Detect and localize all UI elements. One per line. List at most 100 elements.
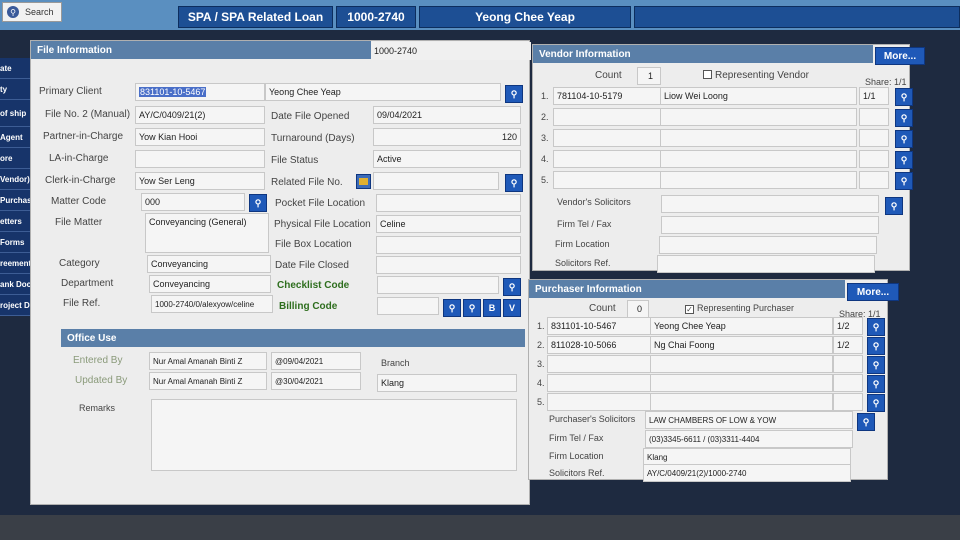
primary-client-id-field[interactable]: 831101-10-5467 xyxy=(135,83,265,101)
vendor-representing[interactable]: Representing Vendor xyxy=(703,70,809,81)
file-no2-field[interactable]: AY/C/0409/21(2) xyxy=(135,106,265,124)
purchaser-row-search-icon[interactable]: ⚲ xyxy=(867,356,885,374)
vendor-row-share-field[interactable] xyxy=(859,150,889,168)
purchaser-row-search-icon[interactable]: ⚲ xyxy=(867,337,885,355)
tab-client-name[interactable]: Yeong Chee Yeap xyxy=(419,6,631,28)
vendor-location-field[interactable] xyxy=(659,236,877,254)
purchaser-row-share-field[interactable] xyxy=(833,355,863,373)
purchaser-row-name-field[interactable]: Ng Chai Foong xyxy=(651,336,833,354)
checklist-search-icon[interactable]: ⚲ xyxy=(503,278,521,296)
category-field[interactable]: Conveyancing xyxy=(147,255,271,273)
vendor-row-id-field[interactable] xyxy=(553,108,661,126)
search-icon: ⚲ xyxy=(7,6,19,18)
vendor-row-search-icon[interactable]: ⚲ xyxy=(895,130,913,148)
vendor-tel-label: Firm Tel / Fax xyxy=(557,219,612,229)
primary-client-search-icon[interactable]: ⚲ xyxy=(505,85,523,103)
purchaser-row-id-field[interactable]: 831101-10-5467 xyxy=(547,317,651,335)
vendor-row-id-field[interactable] xyxy=(553,171,661,189)
vendor-solicitors-search-icon[interactable]: ⚲ xyxy=(885,197,903,215)
billing-field[interactable] xyxy=(377,297,439,315)
vendor-row-name-field[interactable]: Liow Wei Loong xyxy=(661,87,857,105)
filebox-field[interactable] xyxy=(376,236,521,254)
search-button[interactable]: ⚲ Search xyxy=(2,2,62,22)
file-ref-field[interactable]: 1000-2740/0/alexyow/celine xyxy=(151,295,273,313)
vendor-row-share-field[interactable] xyxy=(859,129,889,147)
purchaser-row-id-field[interactable] xyxy=(547,355,651,373)
purchaser-row-share-field[interactable]: 1/2 xyxy=(833,336,863,354)
file-matter-field[interactable]: Conveyancing (General) xyxy=(145,213,269,253)
department-field[interactable]: Conveyancing xyxy=(149,275,271,293)
billing-b-button[interactable]: B xyxy=(483,299,501,317)
partner-field[interactable]: Yow Kian Hooi xyxy=(135,128,265,146)
billing-query-icon[interactable]: ⚲ xyxy=(463,299,481,317)
file-info-header: File Information xyxy=(31,41,371,59)
vendor-row-id-field[interactable] xyxy=(553,150,661,168)
vendor-tel-field[interactable] xyxy=(661,216,879,234)
purchaser-row-id-field[interactable] xyxy=(547,393,651,411)
checklist-field[interactable] xyxy=(377,276,499,294)
vendor-row-search-icon[interactable]: ⚲ xyxy=(895,172,913,190)
purchaser-row-share-field[interactable] xyxy=(833,393,863,411)
vendor-solicitors-field[interactable] xyxy=(661,195,879,213)
vendor-ref-field[interactable] xyxy=(657,255,875,273)
matter-code-field[interactable]: 000 xyxy=(141,193,245,211)
turnaround-label: Turnaround (Days) xyxy=(271,133,355,144)
vendor-header: Vendor Information xyxy=(533,45,873,63)
physical-field[interactable]: Celine xyxy=(376,215,521,233)
purchaser-row-name-field[interactable] xyxy=(651,374,833,392)
vendor-row-name-field[interactable] xyxy=(661,108,857,126)
updated-by-field: Nur Amal Amanah Binti Z xyxy=(149,372,267,390)
vendor-row-name-field[interactable] xyxy=(661,171,857,189)
pocket-field[interactable] xyxy=(376,194,521,212)
related-file-folder-icon[interactable] xyxy=(356,174,371,189)
purchaser-row-id-field[interactable]: 811028-10-5066 xyxy=(547,336,651,354)
vendor-row-search-icon[interactable]: ⚲ xyxy=(895,88,913,106)
vendor-representing-checkbox[interactable] xyxy=(703,70,712,79)
purchaser-solicitors-search-icon[interactable]: ⚲ xyxy=(857,413,875,431)
clerk-field[interactable]: Yow Ser Leng xyxy=(135,172,265,190)
purchaser-representing[interactable]: ✓ Representing Purchaser xyxy=(685,303,794,314)
status-field[interactable]: Active xyxy=(373,150,521,168)
purchaser-row-name-field[interactable] xyxy=(651,355,833,373)
tab-spa[interactable]: SPA / SPA Related Loan xyxy=(178,6,333,28)
branch-label: Branch xyxy=(381,358,410,368)
remarks-field[interactable] xyxy=(151,399,517,471)
vendor-row-id-field[interactable] xyxy=(553,129,661,147)
purchaser-row-share-field[interactable] xyxy=(833,374,863,392)
purchaser-more-button[interactable]: More... xyxy=(847,283,899,301)
vendor-row-share-field[interactable] xyxy=(859,108,889,126)
tab-file-no[interactable]: 1000-2740 xyxy=(336,6,416,28)
purchaser-row-name-field[interactable]: Yeong Chee Yeap xyxy=(651,317,833,335)
purchaser-solicitors-field[interactable]: LAW CHAMBERS OF LOW & YOW xyxy=(645,411,853,429)
purchaser-row-search-icon[interactable]: ⚲ xyxy=(867,375,885,393)
vendor-more-button[interactable]: More... xyxy=(875,47,925,65)
file-no2-label: File No. 2 (Manual) xyxy=(45,109,131,120)
turnaround-field[interactable]: 120 xyxy=(373,128,521,146)
vendor-row-share-field[interactable] xyxy=(859,171,889,189)
branch-field[interactable]: Klang xyxy=(377,374,517,392)
purchaser-row-share-field[interactable]: 1/2 xyxy=(833,317,863,335)
purchaser-row-search-icon[interactable]: ⚲ xyxy=(867,394,885,412)
related-file-field[interactable] xyxy=(373,172,499,190)
checklist-label: Checklist Code xyxy=(277,280,350,291)
vendor-row-name-field[interactable] xyxy=(661,150,857,168)
purchaser-row-search-icon[interactable]: ⚲ xyxy=(867,318,885,336)
purchaser-tel-field[interactable]: (03)3345-6611 / (03)3311-4404 xyxy=(645,430,853,448)
purchaser-row-name-field[interactable] xyxy=(651,393,833,411)
vendor-row-id-field[interactable]: 781104-10-5179 xyxy=(553,87,661,105)
billing-search-icon[interactable]: ⚲ xyxy=(443,299,461,317)
date-opened-field[interactable]: 09/04/2021 xyxy=(373,106,521,124)
related-file-search-icon[interactable]: ⚲ xyxy=(505,174,523,192)
vendor-row-share-field[interactable]: 1/1 xyxy=(859,87,889,105)
la-field[interactable] xyxy=(135,150,265,168)
purchaser-representing-checkbox[interactable]: ✓ xyxy=(685,305,694,314)
billing-v-button[interactable]: V xyxy=(503,299,521,317)
vendor-row-search-icon[interactable]: ⚲ xyxy=(895,109,913,127)
purchaser-ref-field[interactable]: AY/C/0409/21(2)/1000-2740 xyxy=(643,464,851,482)
purchaser-row-id-field[interactable] xyxy=(547,374,651,392)
vendor-row-name-field[interactable] xyxy=(661,129,857,147)
primary-client-name-field[interactable]: Yeong Chee Yeap xyxy=(265,83,501,101)
date-closed-field[interactable] xyxy=(376,256,521,274)
matter-code-search-icon[interactable]: ⚲ xyxy=(249,194,267,212)
vendor-row-search-icon[interactable]: ⚲ xyxy=(895,151,913,169)
